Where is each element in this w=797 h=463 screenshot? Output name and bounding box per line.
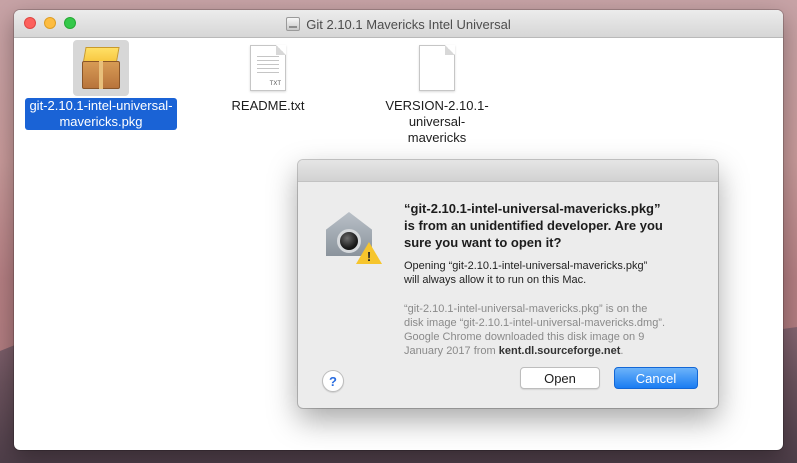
file-name[interactable]: README.txt <box>228 98 309 114</box>
blank-document-icon <box>419 45 455 91</box>
dialog-info-text: Opening “git-2.10.1-intel-universal-mave… <box>404 259 704 287</box>
help-button[interactable]: ? <box>322 370 344 392</box>
dialog-source-text: “git-2.10.1-intel-universal-mavericks.pk… <box>404 302 714 358</box>
disk-image-icon <box>286 17 301 31</box>
package-icon <box>78 45 124 91</box>
file-name-line: VERSION-2.10.1-universal- <box>385 98 489 129</box>
window-titlebar[interactable]: Git 2.10.1 Mavericks Intel Universal <box>14 10 783 38</box>
file-item-version[interactable]: VERSION-2.10.1-universal- mavericks <box>357 40 517 146</box>
file-name-line: README.txt <box>231 98 305 113</box>
open-button[interactable]: Open <box>520 367 600 389</box>
file-icon-container[interactable]: TXT <box>240 40 296 96</box>
gatekeeper-icon: ! <box>324 210 382 264</box>
cancel-button[interactable]: Cancel <box>614 367 698 389</box>
file-name[interactable]: git-2.10.1-intel-universal- mavericks.pk… <box>25 98 177 130</box>
source-line: January 2017 from kent.dl.sourceforge.ne… <box>404 345 624 357</box>
source-line: disk image “git-2.10.1-intel-universal-m… <box>404 317 666 329</box>
file-name[interactable]: VERSION-2.10.1-universal- mavericks <box>357 98 517 146</box>
lens-icon <box>337 229 361 253</box>
heading-line: “git-2.10.1-intel-universal-mavericks.pk… <box>404 201 661 216</box>
file-name-line: mavericks <box>407 130 467 145</box>
window-title: Git 2.10.1 Mavericks Intel Universal <box>306 16 511 32</box>
text-document-icon: TXT <box>250 45 286 91</box>
source-domain: kent.dl.sourceforge.net <box>498 345 621 357</box>
file-name-line: mavericks.pkg <box>59 114 143 129</box>
heading-line: sure you want to open it? <box>404 235 562 250</box>
window-title-group: Git 2.10.1 Mavericks Intel Universal <box>14 10 783 38</box>
info-line: will always allow it to run on this Mac. <box>404 274 587 286</box>
heading-line: is from an unidentified developer. Are y… <box>404 218 663 233</box>
dialog-titlebar[interactable] <box>298 160 718 182</box>
source-line: “git-2.10.1-intel-universal-mavericks.pk… <box>404 303 648 315</box>
file-icon-container[interactable] <box>73 40 129 96</box>
file-type-badge: TXT <box>269 81 281 87</box>
file-item-pkg[interactable]: git-2.10.1-intel-universal- mavericks.pk… <box>21 40 181 130</box>
gatekeeper-dialog: ! “git-2.10.1-intel-universal-mavericks.… <box>298 160 718 408</box>
file-name-line: git-2.10.1-intel-universal- <box>29 98 173 113</box>
help-icon: ? <box>329 373 337 389</box>
file-item-readme[interactable]: TXT README.txt <box>188 40 348 114</box>
source-line: Google Chrome downloaded this disk image… <box>404 331 645 343</box>
dialog-heading: “git-2.10.1-intel-universal-mavericks.pk… <box>404 200 704 251</box>
file-icon-container[interactable] <box>409 40 465 96</box>
info-line: Opening “git-2.10.1-intel-universal-mave… <box>404 260 648 272</box>
